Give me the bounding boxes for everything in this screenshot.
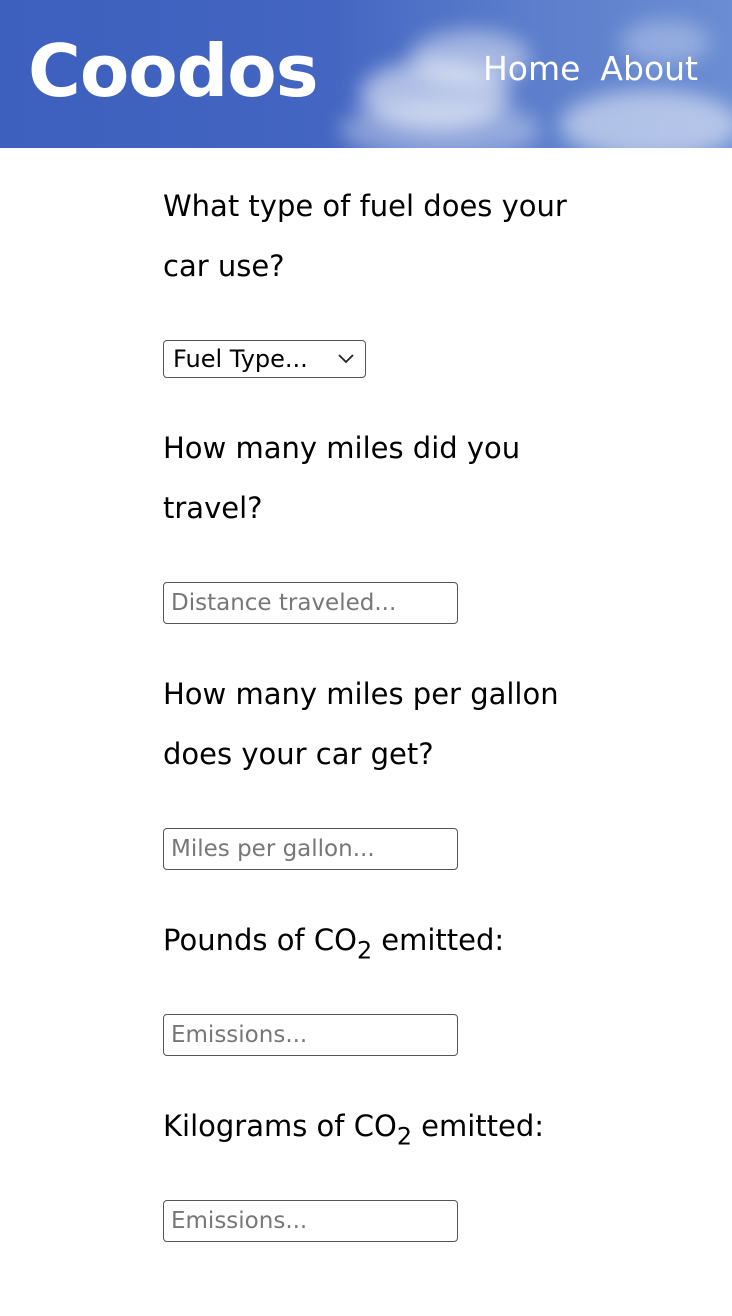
- cloud-decoration: [560, 90, 732, 148]
- kilograms-label-subscript: 2: [396, 1122, 412, 1151]
- pounds-emissions-output[interactable]: [163, 1014, 458, 1056]
- kilograms-label-prefix: Kilograms of CO: [163, 1109, 397, 1143]
- main-nav: Home About: [483, 48, 698, 90]
- pounds-label-suffix: emitted:: [372, 923, 505, 957]
- chevron-down-icon: [338, 354, 354, 364]
- distance-question: How many miles did you travel?: [163, 431, 521, 525]
- mpg-question: How many miles per gallon does your car …: [163, 677, 559, 771]
- kilograms-emissions-output[interactable]: [163, 1200, 458, 1242]
- nav-link-about[interactable]: About: [600, 48, 698, 90]
- pounds-label-subscript: 2: [356, 936, 373, 965]
- emissions-form: What type of fuel does your car use? Fue…: [163, 176, 583, 1282]
- site-logo[interactable]: Coodos: [28, 26, 319, 116]
- pounds-label-prefix: Pounds of CO: [163, 923, 357, 957]
- fuel-type-question: What type of fuel does your car use?: [163, 189, 567, 283]
- kilograms-label-suffix: emitted:: [411, 1109, 545, 1143]
- distance-input[interactable]: [163, 582, 458, 624]
- kilograms-co2-label: Kilograms of CO2 emitted:: [163, 1096, 583, 1156]
- fuel-type-selected-value: Fuel Type...: [173, 345, 308, 373]
- nav-link-home[interactable]: Home: [483, 48, 580, 90]
- fuel-type-select[interactable]: Fuel Type...: [163, 340, 366, 378]
- pounds-co2-label: Pounds of CO2 emitted:: [163, 910, 583, 970]
- mpg-input[interactable]: [163, 828, 458, 870]
- site-header: Coodos Home About: [0, 0, 732, 148]
